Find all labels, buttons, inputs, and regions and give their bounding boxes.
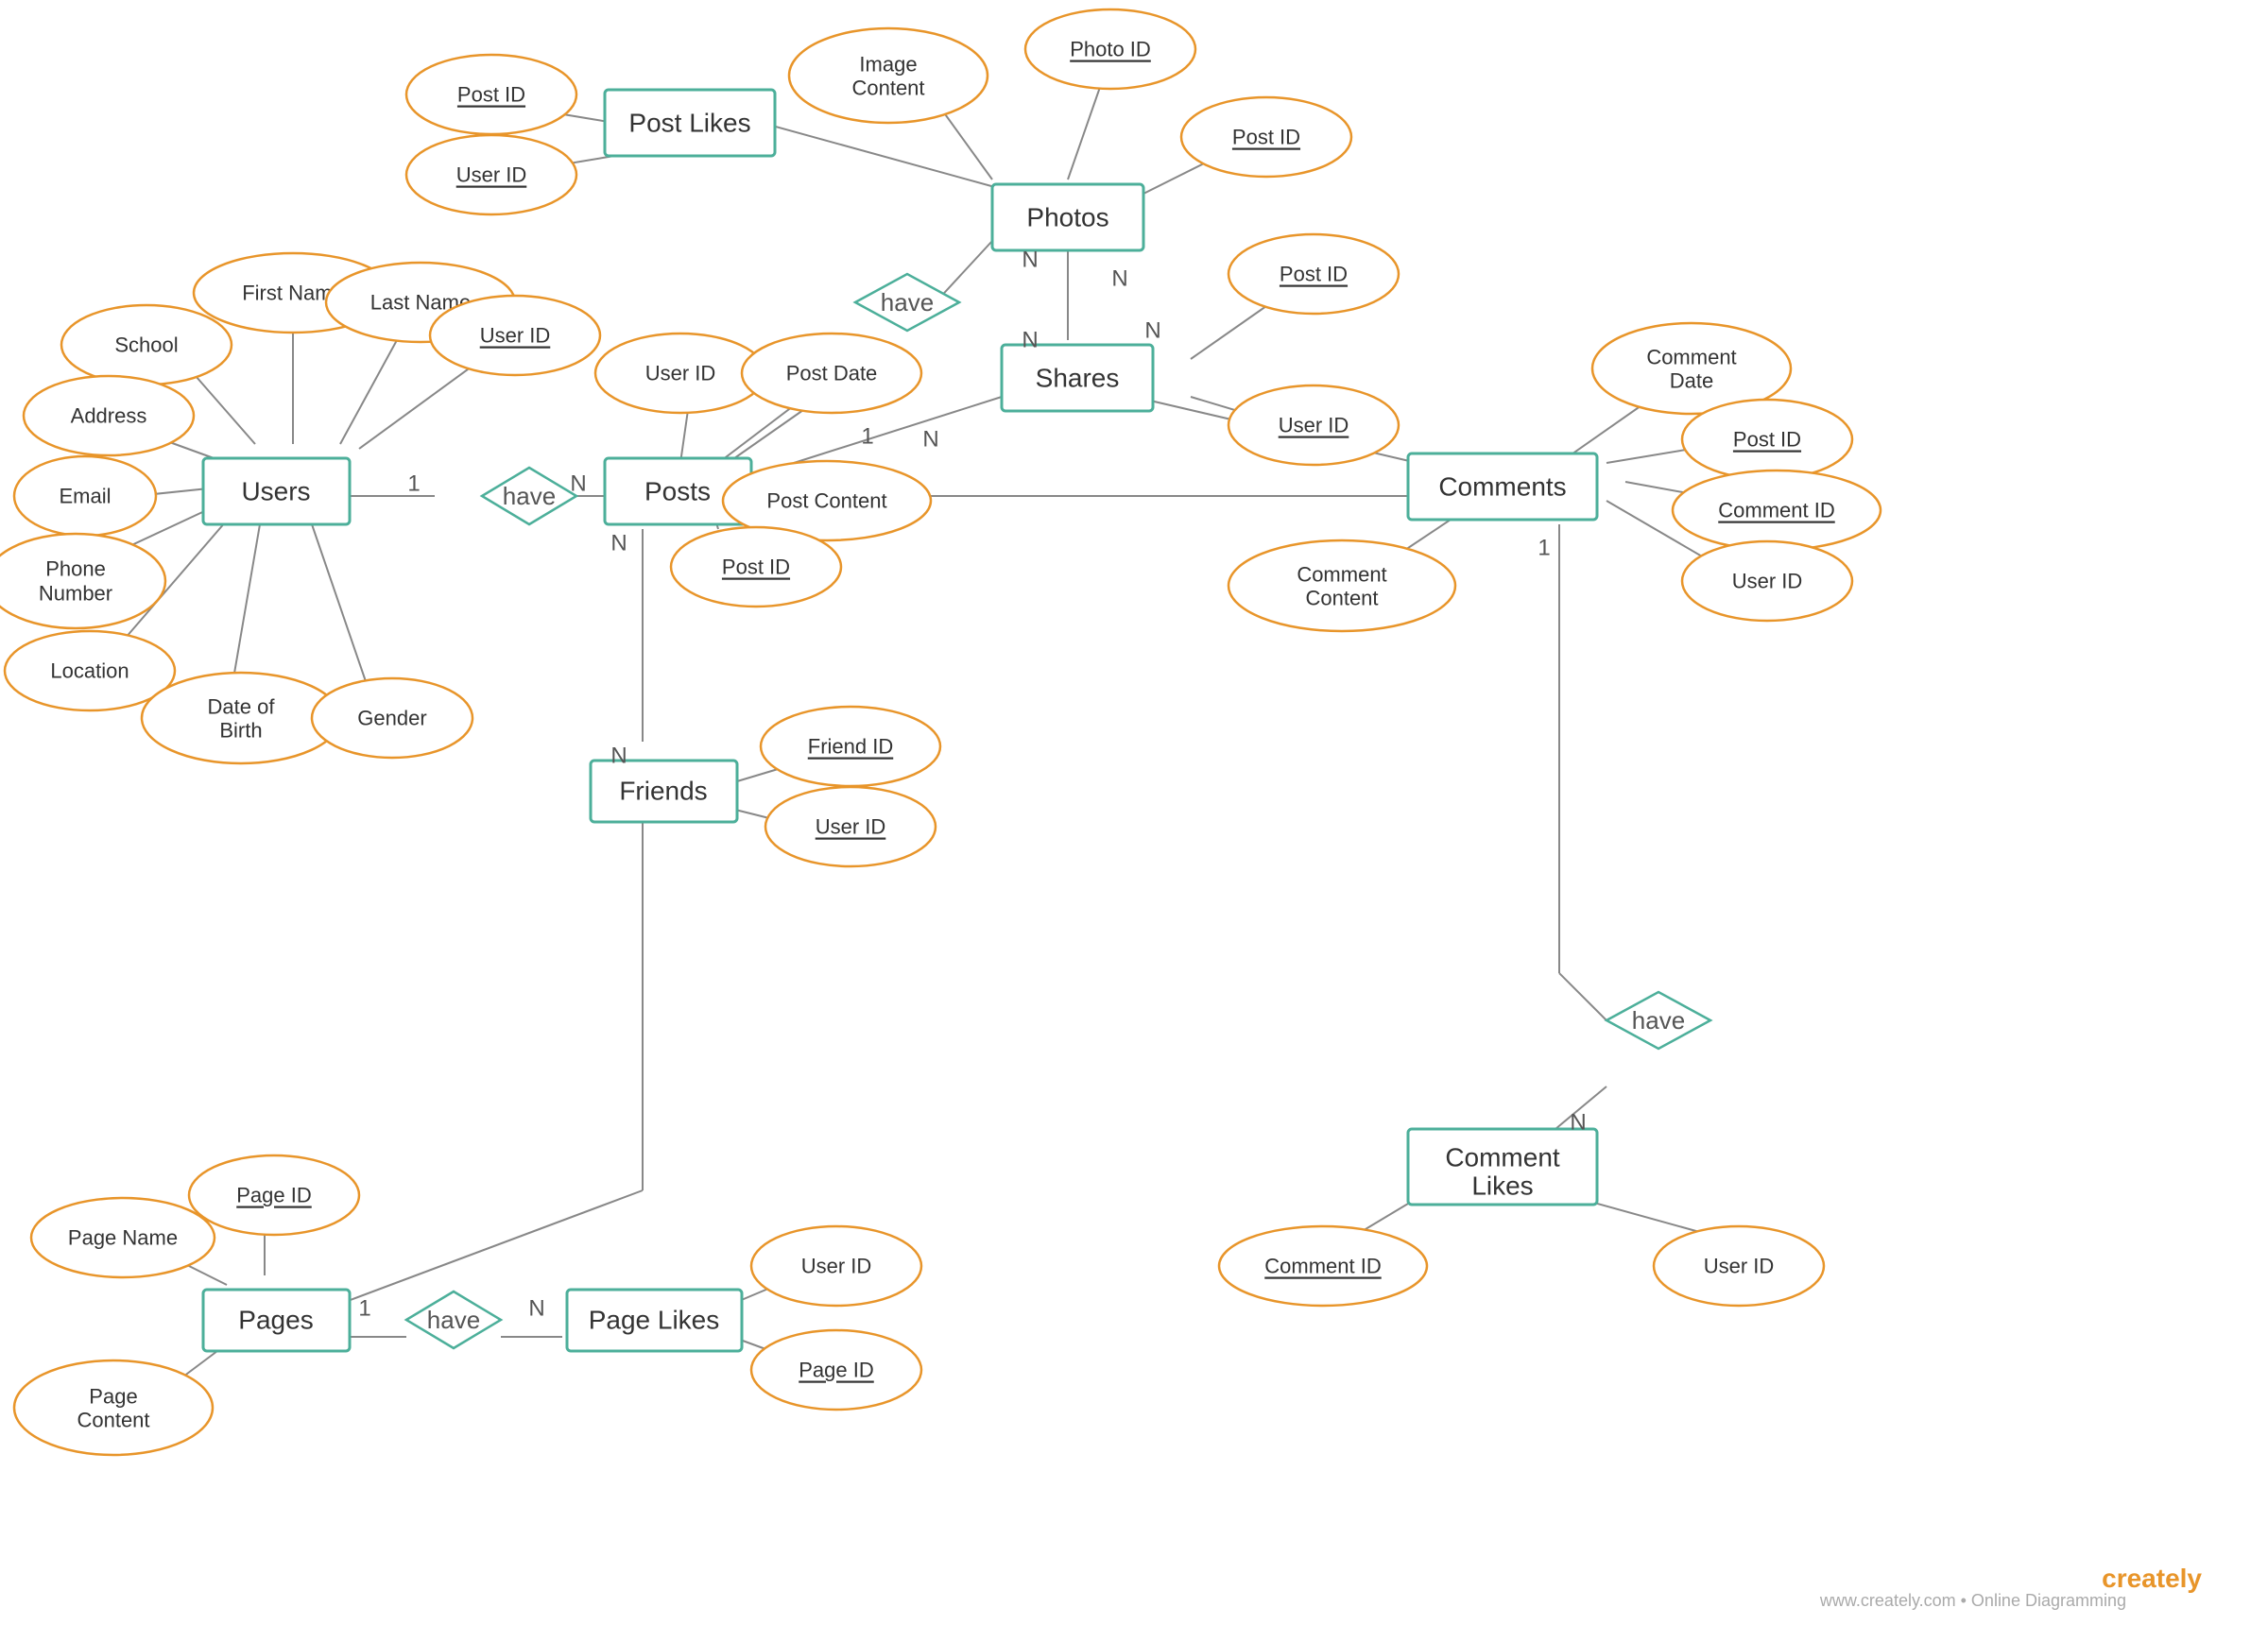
imagecontent-attr-label-2: Content <box>851 77 924 100</box>
imagecontent-attr-label-1: Image <box>859 53 917 77</box>
postcontent-attr-label: Post Content <box>766 489 886 513</box>
pagecontent-attr-label-2: Content <box>77 1409 149 1432</box>
gender-attr-label: Gender <box>357 707 426 730</box>
postid-photos-attr-label: Post ID <box>1232 126 1300 149</box>
commentid-attr-label: Comment ID <box>1718 499 1834 522</box>
commentlikes-label-2: Likes <box>1471 1172 1533 1201</box>
card-users-have: 1 <box>407 471 420 497</box>
card-shares-posts-n: N <box>922 427 938 453</box>
userid-comments-attr-label: User ID <box>1732 570 1803 593</box>
users-label: Users <box>241 477 310 506</box>
er-diagram: Post Likes Photos Shares Users Posts Com… <box>0 0 2268 1625</box>
shares-label: Shares <box>1036 364 1120 393</box>
email-attr-label: Email <box>59 485 111 508</box>
postid-posts-attr-label: Post ID <box>722 556 790 579</box>
postid-shares-attr-label: Post ID <box>1280 263 1348 286</box>
card-friends-n: N <box>610 744 627 769</box>
commentid-commentlikes-attr-label: Comment ID <box>1264 1255 1381 1278</box>
pageid-pagelikes-attr-label: Page ID <box>799 1359 874 1382</box>
card-have-1-posts-photos: 1 <box>861 424 873 450</box>
location-attr-label: Location <box>50 659 129 683</box>
commentdate-attr-label-1: Comment <box>1646 346 1736 369</box>
userid-users-attr-label: User ID <box>480 324 551 348</box>
card-comments-1: 1 <box>1538 536 1550 561</box>
friends-label: Friends <box>619 777 707 806</box>
pagelikes-label: Page Likes <box>589 1306 720 1335</box>
postid-postlikes-attr-label: Post ID <box>457 83 525 107</box>
commentlikes-label-1: Comment <box>1445 1143 1560 1172</box>
card-have-posts: N <box>570 471 586 497</box>
card-commentlikes-n: N <box>1570 1110 1586 1136</box>
postlikes-label: Post Likes <box>628 109 750 138</box>
card-posts-friends-n: N <box>610 531 627 556</box>
userid-friends-attr-label: User ID <box>816 815 886 839</box>
address-attr-label: Address <box>71 404 147 428</box>
userid-pagelikes-attr-label: User ID <box>801 1255 872 1278</box>
have-posts-photos-label: have <box>881 288 934 316</box>
have-users-posts-label: have <box>503 482 556 510</box>
postdate-attr-label: Post Date <box>786 362 878 385</box>
card-pages-1: 1 <box>358 1296 370 1322</box>
postid-comments-attr-label: Post ID <box>1733 428 1801 452</box>
card-photos-n2: N <box>1022 328 1038 353</box>
have-comments-commentlikes-label: have <box>1632 1006 1685 1035</box>
friendid-attr-label: Friend ID <box>808 735 893 759</box>
pagename-attr-label: Page Name <box>68 1226 178 1250</box>
photoid-attr-label: Photo ID <box>1070 38 1151 61</box>
pageid-attr-label: Page ID <box>236 1184 312 1207</box>
userid-postlikes-attr-label: User ID <box>456 163 527 187</box>
userid-shares-attr-label: User ID <box>1279 414 1349 437</box>
have-pages-pagelikes-label: have <box>427 1306 480 1334</box>
dob-attr-label-1: Date of <box>208 695 276 719</box>
pagecontent-attr-label-1: Page <box>89 1385 137 1409</box>
comments-label: Comments <box>1438 472 1566 502</box>
commentcontent-attr-label-2: Content <box>1305 587 1378 610</box>
phone-attr-label-1: Phone <box>45 557 106 581</box>
card-shares-n2: N <box>1144 318 1160 344</box>
commentdate-attr-label-2: Date <box>1670 369 1713 393</box>
card-shares-n1: N <box>1111 266 1127 292</box>
photos-label: Photos <box>1026 203 1108 232</box>
posts-label: Posts <box>644 477 711 506</box>
card-photos-n1: N <box>1022 248 1038 273</box>
brand-creately: creately <box>2102 1564 2202 1593</box>
phone-attr-label-2: Number <box>39 582 112 606</box>
commentcontent-attr-label-1: Comment <box>1297 563 1386 587</box>
school-attr-label: School <box>114 334 178 357</box>
watermark: www.creately.com • Online Diagramming <box>1819 1591 2126 1610</box>
dob-attr-label-2: Birth <box>219 719 262 743</box>
pages-label: Pages <box>238 1306 313 1335</box>
card-pagelikes-n: N <box>528 1296 544 1322</box>
userid-posts-attr-label: User ID <box>645 362 716 385</box>
userid-commentlikes-attr-label: User ID <box>1704 1255 1775 1278</box>
